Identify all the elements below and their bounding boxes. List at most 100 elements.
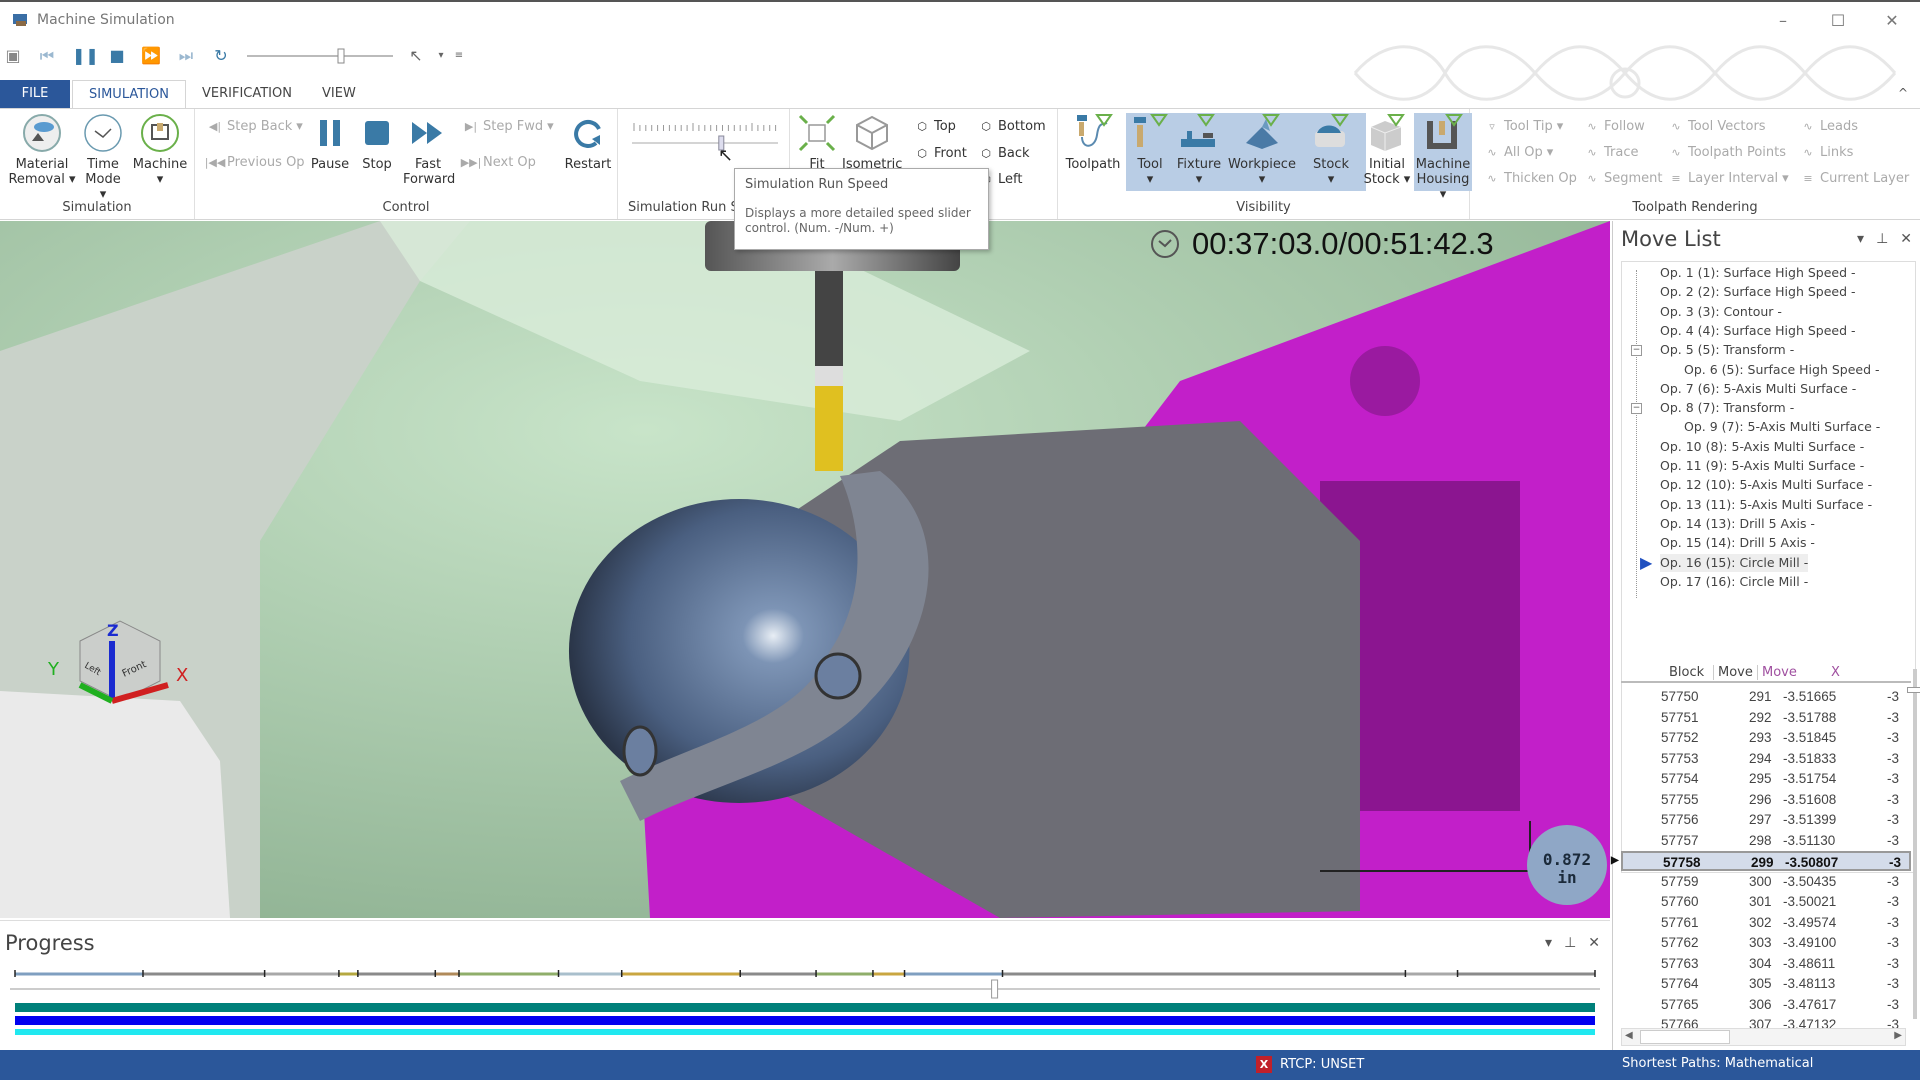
skip-back-icon[interactable]: ⏮ — [36, 46, 58, 66]
customize-qat-icon[interactable]: ≡ — [448, 46, 470, 66]
maximize-button[interactable]: ☐ — [1818, 8, 1858, 34]
tool-tip-button[interactable]: ▿ Tool Tip ▾ — [1484, 119, 1563, 134]
tab-simulation[interactable]: SIMULATION — [72, 80, 186, 110]
progress-close-icon[interactable]: ✕ — [1588, 935, 1600, 951]
tab-view[interactable]: VIEW — [306, 80, 372, 108]
operation-item[interactable]: Op. 13 (11): 5-Axis Multi Surface - — [1660, 496, 1872, 514]
stock-visibility-button[interactable]: Stock ▾ — [1302, 113, 1360, 187]
operation-item[interactable]: Op. 11 (9): 5-Axis Multi Surface - — [1660, 457, 1864, 475]
progress-pin-icon[interactable]: ⊥ — [1564, 935, 1576, 951]
operation-item[interactable]: Op. 3 (3): Contour - — [1660, 303, 1782, 321]
operation-item[interactable]: Op. 17 (16): Circle Mill - — [1660, 573, 1808, 591]
collapse-toggle[interactable]: − — [1631, 403, 1642, 415]
thicken-op-button[interactable]: ∿ Thicken Op — [1484, 171, 1576, 186]
operation-item[interactable]: Op. 6 (5): Surface High Speed - — [1684, 361, 1880, 379]
fixture-visibility-button[interactable]: Fixture ▾ — [1174, 113, 1224, 187]
current-layer-button[interactable]: ≡ Current Layer — [1800, 171, 1909, 186]
panel-menu-icon[interactable]: ▾ — [1857, 231, 1864, 247]
close-panel-icon[interactable]: ✕ — [1900, 231, 1912, 247]
layer-interval-button[interactable]: ≡ Layer Interval ▾ — [1668, 171, 1788, 186]
fit-view-button[interactable]: Fit — [794, 113, 840, 172]
restart-button[interactable]: Restart — [563, 113, 613, 172]
restart-icon[interactable]: ↻ — [210, 46, 232, 66]
collapse-ribbon-icon[interactable]: ^ — [1898, 86, 1908, 100]
operation-item[interactable]: Op. 5 (5): Transform - — [1660, 341, 1794, 359]
col-x[interactable]: X — [1831, 665, 1840, 680]
pause-icon[interactable]: ❚❚ — [72, 46, 99, 66]
scroll-right-icon[interactable]: ▶ — [1894, 1030, 1902, 1041]
tab-verification[interactable]: VERIFICATION — [186, 80, 308, 108]
operation-item[interactable]: Op. 1 (1): Surface High Speed - — [1660, 264, 1856, 282]
machine-housing-button[interactable]: Machine Housing ▾ — [1414, 113, 1472, 202]
pause-button[interactable]: Pause — [307, 113, 353, 172]
move-row[interactable]: 57756 297 -3.51399 -3 — [1621, 810, 1911, 830]
move-row[interactable]: 57750 291 -3.51665 -3 — [1621, 687, 1911, 707]
move-row[interactable]: 57751 292 -3.51788 -3 — [1621, 708, 1911, 728]
top-view-button[interactable]: ⬡ Top — [914, 119, 956, 134]
move-row[interactable]: 57765 306 -3.47617 -3 — [1621, 995, 1911, 1015]
move-row[interactable]: 57752 293 -3.51845 -3 — [1621, 728, 1911, 748]
operation-item[interactable]: Op. 12 (10): 5-Axis Multi Surface - — [1660, 476, 1872, 494]
move-row[interactable]: 57763 304 -3.48611 -3 — [1621, 954, 1911, 974]
operation-item[interactable]: Op. 2 (2): Surface High Speed - — [1660, 283, 1856, 301]
machine-icon[interactable]: ▣ — [2, 46, 24, 66]
bottom-view-button[interactable]: ⬡ Bottom — [978, 119, 1046, 134]
front-view-button[interactable]: ⬡ Front — [914, 146, 967, 161]
leads-button[interactable]: ∿ Leads — [1800, 119, 1858, 134]
links-button[interactable]: ∿ Links — [1800, 145, 1853, 160]
vertical-scroll-thumb[interactable] — [1907, 687, 1920, 693]
scrollbar-thumb[interactable] — [1640, 1030, 1730, 1044]
skip-forward-icon[interactable]: ⏭ — [175, 46, 197, 66]
move-row[interactable]: 57760 301 -3.50021 -3 — [1621, 892, 1911, 912]
move-row[interactable]: 57761 302 -3.49574 -3 — [1621, 913, 1911, 933]
operation-item[interactable]: Op. 14 (13): Drill 5 Axis - — [1660, 515, 1815, 533]
collapse-toggle[interactable]: − — [1631, 345, 1642, 357]
progress-menu-icon[interactable]: ▾ — [1545, 935, 1552, 951]
step-back-button[interactable]: ◀| Step Back ▾ — [207, 119, 303, 134]
move-row[interactable]: 57759 300 -3.50435 -3 — [1621, 872, 1911, 892]
initial-stock-button[interactable]: Initial Stock ▾ — [1362, 113, 1412, 187]
scroll-left-icon[interactable]: ◀ — [1625, 1030, 1633, 1041]
pin-icon[interactable]: ⊥ — [1876, 231, 1888, 247]
fast-forward-icon[interactable]: ⏩ — [140, 46, 162, 66]
operation-item[interactable]: Op. 15 (14): Drill 5 Axis - — [1660, 534, 1815, 552]
segment-button[interactable]: ∿ Segment — [1584, 171, 1662, 186]
follow-button[interactable]: ∿ Follow — [1584, 119, 1644, 134]
move-row[interactable]: 57755 296 -3.51608 -3 — [1621, 790, 1911, 810]
previous-op-button[interactable]: |◀◀ Previous Op — [205, 155, 305, 170]
progress-thumb[interactable] — [991, 979, 999, 999]
move-row[interactable]: 57754 295 -3.51754 -3 — [1621, 769, 1911, 789]
toolpath-points-button[interactable]: ∿ Toolpath Points — [1668, 145, 1786, 160]
isometric-view-button[interactable]: Isometric — [842, 113, 902, 172]
col-move[interactable]: Move — [1713, 665, 1753, 680]
move-row[interactable]: 57753 294 -3.51833 -3 — [1621, 749, 1911, 769]
operation-item[interactable]: Op. 7 (6): 5-Axis Multi Surface - — [1660, 380, 1856, 398]
cursor-icon[interactable]: ↖ — [405, 46, 427, 66]
horizontal-scrollbar[interactable]: ◀ ▶ — [1621, 1028, 1906, 1046]
operation-item[interactable]: Op. 4 (4): Surface High Speed - — [1660, 322, 1856, 340]
tool-visibility-button[interactable]: Tool ▾ — [1128, 113, 1172, 187]
trace-button[interactable]: ∿ Trace — [1584, 145, 1638, 160]
time-mode-button[interactable]: Time Mode ▾ — [80, 113, 126, 202]
move-row[interactable]: 57762 303 -3.49100 -3 — [1621, 933, 1911, 953]
fast-forward-button[interactable]: Fast Forward — [403, 113, 455, 187]
stop-icon[interactable]: ■ — [106, 46, 128, 66]
tool-vectors-button[interactable]: ∿ Tool Vectors — [1668, 119, 1765, 134]
minimize-button[interactable]: – — [1763, 8, 1803, 34]
run-speed-slider[interactable] — [630, 121, 780, 151]
progress-timeline[interactable] — [0, 959, 1610, 1049]
workpiece-visibility-button[interactable]: Workpiece ▾ — [1226, 113, 1298, 187]
col-block[interactable]: Block — [1669, 665, 1704, 680]
machine-button[interactable]: Machine ▾ — [130, 113, 190, 187]
back-view-button[interactable]: ⬡ Back — [978, 146, 1029, 161]
material-removal-button[interactable]: Material Removal ▾ — [6, 113, 78, 187]
close-window-button[interactable]: ✕ — [1872, 8, 1912, 34]
operation-item[interactable]: Op. 8 (7): Transform - — [1660, 399, 1794, 417]
operation-item[interactable]: Op. 16 (15): Circle Mill - — [1660, 553, 1809, 572]
operation-item[interactable]: Op. 9 (7): 5-Axis Multi Surface - — [1684, 418, 1880, 436]
toolpath-visibility-button[interactable]: Toolpath — [1062, 113, 1124, 172]
tab-file[interactable]: FILE — [0, 80, 70, 108]
next-op-button[interactable]: ▶▶| Next Op — [461, 155, 536, 170]
move-row[interactable]: 57764 305 -3.48113 -3 — [1621, 974, 1911, 994]
vertical-scrollbar[interactable] — [1913, 669, 1917, 1019]
